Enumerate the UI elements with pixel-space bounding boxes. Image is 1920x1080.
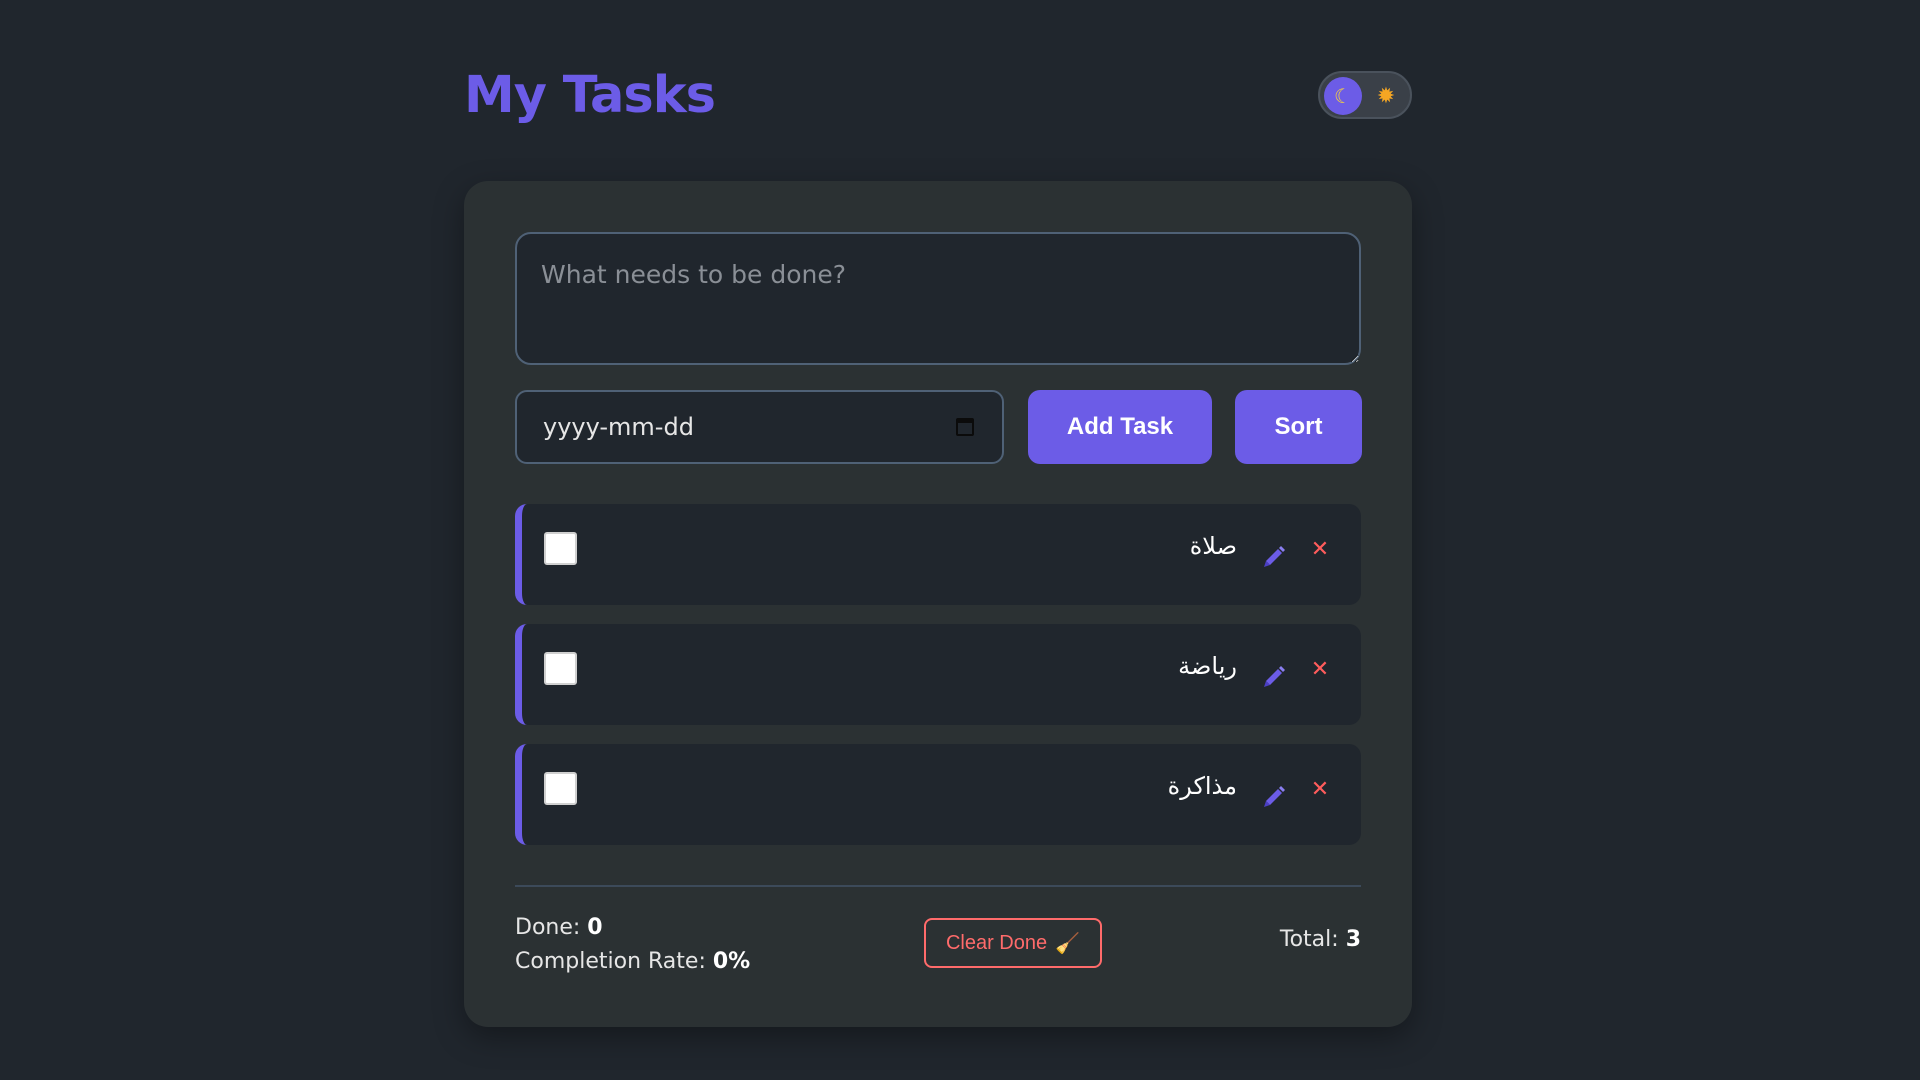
pencil-icon[interactable] — [1261, 662, 1287, 688]
task-checkbox[interactable] — [544, 532, 577, 565]
stats-summary: Done: 0 Completion Rate: 0% — [515, 911, 750, 979]
task-text: صلاة — [1189, 532, 1237, 560]
sort-button[interactable]: Sort — [1235, 390, 1362, 464]
task-checkbox[interactable] — [544, 652, 577, 685]
task-item: مذاكرة ✕ — [515, 744, 1361, 845]
sun-icon: ✹ — [1376, 83, 1396, 109]
done-stat: Done: 0 — [515, 911, 750, 945]
total-count: 3 — [1345, 927, 1361, 952]
pencil-icon[interactable] — [1261, 782, 1287, 808]
footer-divider — [515, 885, 1361, 887]
total-stat: Total: 3 — [1280, 927, 1361, 952]
task-card: yyyy-mm-dd Add Task Sort صلاة ✕ رياضة ✕ — [464, 181, 1412, 1027]
rate-value: 0% — [712, 949, 751, 974]
close-icon[interactable]: ✕ — [1309, 657, 1331, 682]
close-icon[interactable]: ✕ — [1309, 777, 1331, 802]
close-icon[interactable]: ✕ — [1309, 537, 1331, 562]
task-text: مذاكرة — [1167, 772, 1237, 800]
completion-rate-stat: Completion Rate: 0% — [515, 945, 750, 979]
task-text: رياضة — [1178, 652, 1237, 680]
clear-done-label: Clear Done — [945, 931, 1048, 954]
task-checkbox[interactable] — [544, 772, 577, 805]
task-input[interactable] — [515, 232, 1361, 365]
done-label: Done: — [515, 915, 581, 940]
toggle-knob[interactable]: ☾ — [1324, 77, 1362, 115]
pencil-icon[interactable] — [1261, 542, 1287, 568]
moon-icon: ☾ — [1334, 84, 1352, 108]
rate-label: Completion Rate: — [515, 949, 706, 974]
task-item: صلاة ✕ — [515, 504, 1361, 605]
add-task-button[interactable]: Add Task — [1028, 390, 1212, 464]
due-date-input[interactable]: yyyy-mm-dd — [515, 390, 1004, 464]
task-list: صلاة ✕ رياضة ✕ مذاكرة ✕ — [515, 504, 1361, 864]
date-placeholder: yyyy-mm-dd — [543, 413, 694, 441]
broom-icon: 🧹 — [1055, 932, 1081, 955]
page-title: My Tasks — [464, 66, 716, 125]
theme-toggle[interactable]: ☾ ✹ — [1318, 71, 1412, 119]
calendar-icon[interactable] — [956, 418, 974, 436]
clear-done-button[interactable]: Clear Done 🧹 — [924, 918, 1102, 968]
total-label: Total: — [1279, 927, 1339, 952]
header: My Tasks ☾ ✹ — [464, 62, 1412, 130]
done-count: 0 — [587, 915, 603, 940]
task-item: رياضة ✕ — [515, 624, 1361, 725]
